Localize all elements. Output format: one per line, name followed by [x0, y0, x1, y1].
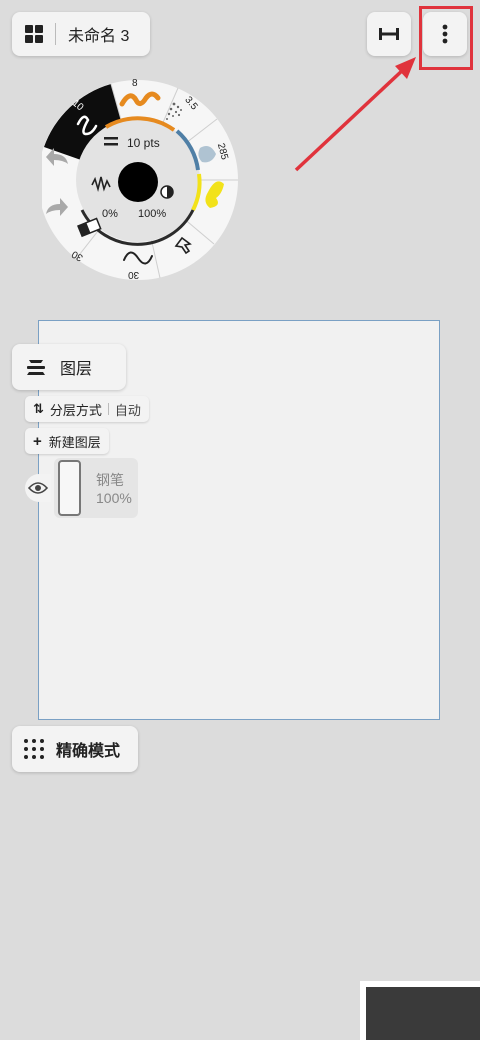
opacity-max-label: 100% [138, 208, 167, 220]
layer-mode-value: 自动 [114, 402, 141, 418]
layer-thumbnail [58, 460, 81, 516]
grid-dots-icon [24, 739, 44, 759]
undo-icon[interactable] [44, 144, 70, 168]
plus-icon: + [33, 432, 42, 450]
layer-mode-button[interactable]: ⇅ 分层方式 自动 [25, 396, 149, 422]
redo-icon[interactable] [44, 194, 70, 218]
layer-visibility-toggle[interactable] [25, 474, 51, 502]
precision-mode-button[interactable]: 精确模式 [12, 726, 138, 772]
opacity-min-label: 0% [102, 208, 118, 220]
layer-opacity: 100% [96, 490, 132, 506]
smooth-value-label: 30 [128, 269, 140, 280]
precision-mode-label: 精确模式 [56, 743, 121, 760]
layer-name: 钢笔 [96, 472, 124, 488]
brush-wheel: 10 pts 0% 100% 10 8 3.5 285 30 30 [38, 74, 242, 286]
eye-icon [28, 482, 48, 494]
layer-mode-label: 分层方式 [49, 402, 102, 418]
layers-button[interactable]: 图层 [12, 344, 126, 390]
layers-title: 图层 [60, 361, 93, 378]
layers-icon [27, 360, 45, 375]
divider [107, 403, 109, 415]
corner-dark-block [366, 987, 480, 1040]
size-label: 10 pts [127, 136, 160, 150]
layer-item[interactable]: 钢笔 100% [54, 458, 138, 518]
new-layer-button[interactable]: + 新建图层 [25, 428, 109, 454]
new-layer-label: 新建图层 [48, 434, 101, 450]
brush-size-preview [118, 162, 158, 202]
sort-icon: ⇅ [33, 401, 44, 416]
marker-size-label: 8 [132, 78, 138, 89]
